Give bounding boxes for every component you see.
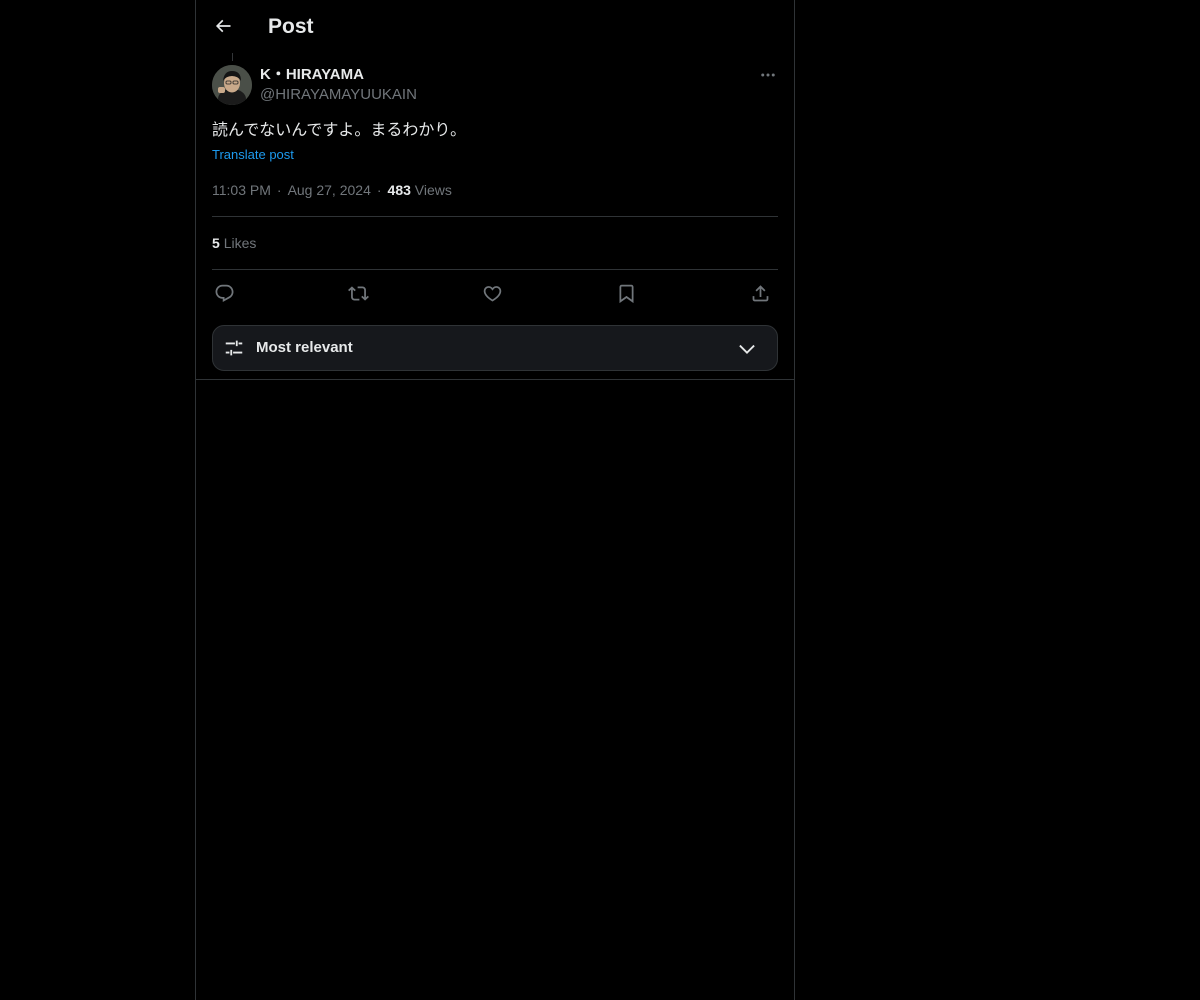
views-count: 483 [387,182,411,198]
post-time[interactable]: 11:03 PM [212,182,271,198]
sliders-icon [225,340,243,356]
bookmark-icon [619,284,633,303]
sort-label: Most relevant [256,339,353,356]
post-metadata: 11:03 PM · Aug 27, 2024 · 483 Views [212,180,452,200]
author-display-name[interactable]: K・HIRAYAMA [260,65,364,85]
thread-connector-line [232,53,233,61]
heart-icon [483,285,501,302]
likes-label: Likes [223,235,257,251]
post-date[interactable]: Aug 27, 2024 [288,182,371,198]
bookmark-button[interactable] [614,281,638,305]
post-text: 読んでないんですよ。まるわかり。 [212,122,467,139]
repost-icon [347,285,369,301]
page-header: Post [196,0,794,53]
reply-button[interactable] [212,281,236,305]
back-button[interactable] [208,11,238,41]
meta-separator: · [376,182,382,198]
more-options-button[interactable] [756,65,780,85]
arrow-left-icon [215,19,231,33]
share-icon [752,284,768,301]
primary-column: Post K・HIRAYAMA @HIRAYAMAYUUKAIN 読んでないんで… [195,0,795,1000]
avatar-photo [212,65,252,105]
likes-count: 5 [212,235,220,251]
views-label: Views [414,182,452,198]
replies-sort-dropdown[interactable]: Most relevant [212,325,778,371]
avatar[interactable] [212,65,252,105]
divider [212,269,778,270]
action-bar [212,281,778,305]
translate-post-link[interactable]: Translate post [212,146,294,164]
like-button[interactable] [480,281,504,305]
share-button[interactable] [748,281,772,305]
page-title: Post [268,15,314,38]
likes-stat[interactable]: 5 Likes [212,233,256,253]
divider [212,216,778,217]
author-handle[interactable]: @HIRAYAMAYUUKAIN [260,85,417,105]
chevron-down-icon [739,344,755,354]
section-divider [196,379,794,380]
more-horizontal-icon [761,73,775,77]
reply-icon [215,284,233,302]
repost-button[interactable] [346,281,370,305]
meta-separator: · [276,182,282,198]
